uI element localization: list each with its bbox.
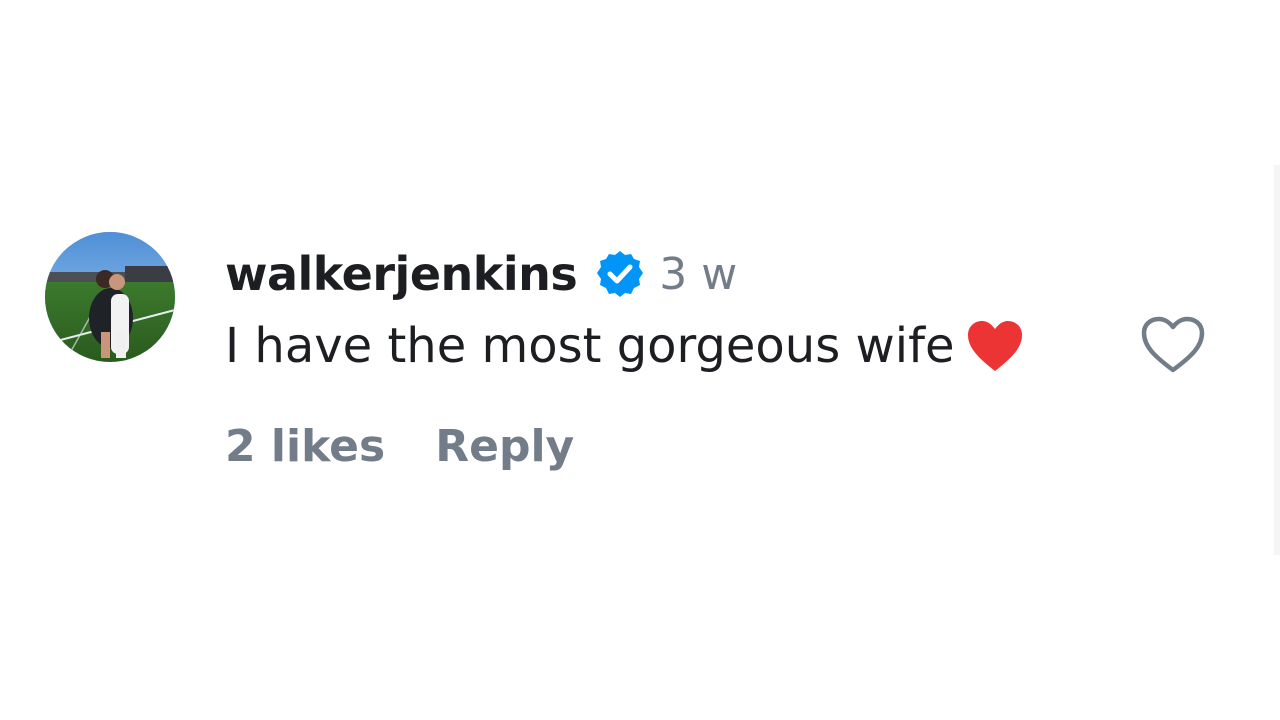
comment-screen: walkerjenkins 3 w I have the most gorgeo… xyxy=(0,0,1280,720)
username-link[interactable]: walkerjenkins xyxy=(225,247,578,301)
reply-button[interactable]: Reply xyxy=(435,421,574,472)
comment-item: walkerjenkins 3 w I have the most gorgeo… xyxy=(45,232,1225,482)
timestamp: 3 w xyxy=(659,248,738,300)
likes-count[interactable]: 2 likes xyxy=(225,421,385,472)
comment-text: I have the most gorgeous wife xyxy=(225,318,955,374)
comment-header: walkerjenkins 3 w xyxy=(225,244,737,304)
red-heart-emoji-icon xyxy=(965,319,1025,373)
verified-badge-icon xyxy=(595,249,645,299)
panel-edge xyxy=(1274,165,1280,555)
avatar[interactable] xyxy=(45,232,175,362)
heart-outline-icon xyxy=(1141,316,1205,373)
avatar-photo xyxy=(45,232,175,362)
comment-actions: 2 likes Reply xyxy=(225,418,574,474)
comment-body: I have the most gorgeous wife xyxy=(225,314,1025,378)
like-button[interactable] xyxy=(1140,316,1206,374)
